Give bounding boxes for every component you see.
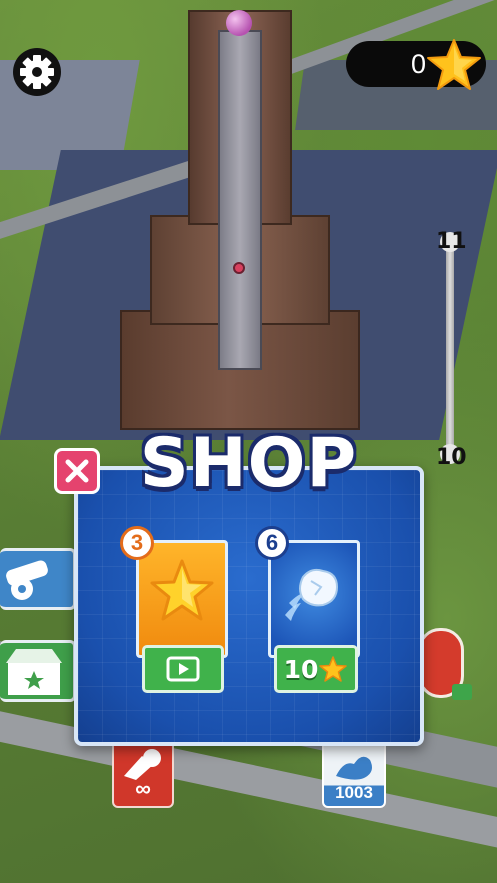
- watch-video-button[interactable]: [142, 645, 224, 693]
- slider-max-label: 11: [436, 229, 467, 254]
- chest-button[interactable]: [0, 640, 76, 702]
- shop-dialog: [74, 466, 424, 746]
- close-button[interactable]: [54, 448, 100, 494]
- star-icon: [427, 39, 481, 90]
- ice-ball-icon: [336, 756, 372, 780]
- ice-ammo-count: 1003: [335, 783, 373, 802]
- tower-gem: [226, 10, 252, 36]
- item-count-badge: 3: [120, 526, 154, 560]
- item-count-badge: 6: [255, 526, 289, 560]
- score-value: 0: [410, 49, 426, 79]
- buy-with-stars-button[interactable]: 10: [274, 645, 358, 693]
- price-value: 10: [283, 654, 319, 684]
- video-play-icon[interactable]: [452, 684, 472, 700]
- score-counter: 0: [346, 39, 486, 90]
- video-play-icon: [166, 656, 200, 682]
- ice-ball-icon: [285, 568, 339, 621]
- cannon-button[interactable]: [0, 548, 76, 610]
- close-x-icon: [65, 459, 89, 483]
- fire-ammo-button[interactable]: ∞: [112, 740, 174, 808]
- ice-ammo-button[interactable]: 1003: [322, 740, 386, 808]
- tower-eye: [233, 262, 245, 274]
- tower-core: [218, 30, 262, 370]
- shop-item-ice-ball[interactable]: [268, 540, 360, 658]
- star-icon: [319, 656, 348, 682]
- cannon-icon: [6, 560, 48, 600]
- star-icon: [150, 559, 214, 621]
- fire-ammo-count: ∞: [135, 776, 151, 801]
- gear-icon[interactable]: [12, 47, 62, 97]
- shop-item-star[interactable]: [136, 540, 228, 658]
- stone-tower: [120, 0, 360, 430]
- chest-icon: [6, 649, 62, 695]
